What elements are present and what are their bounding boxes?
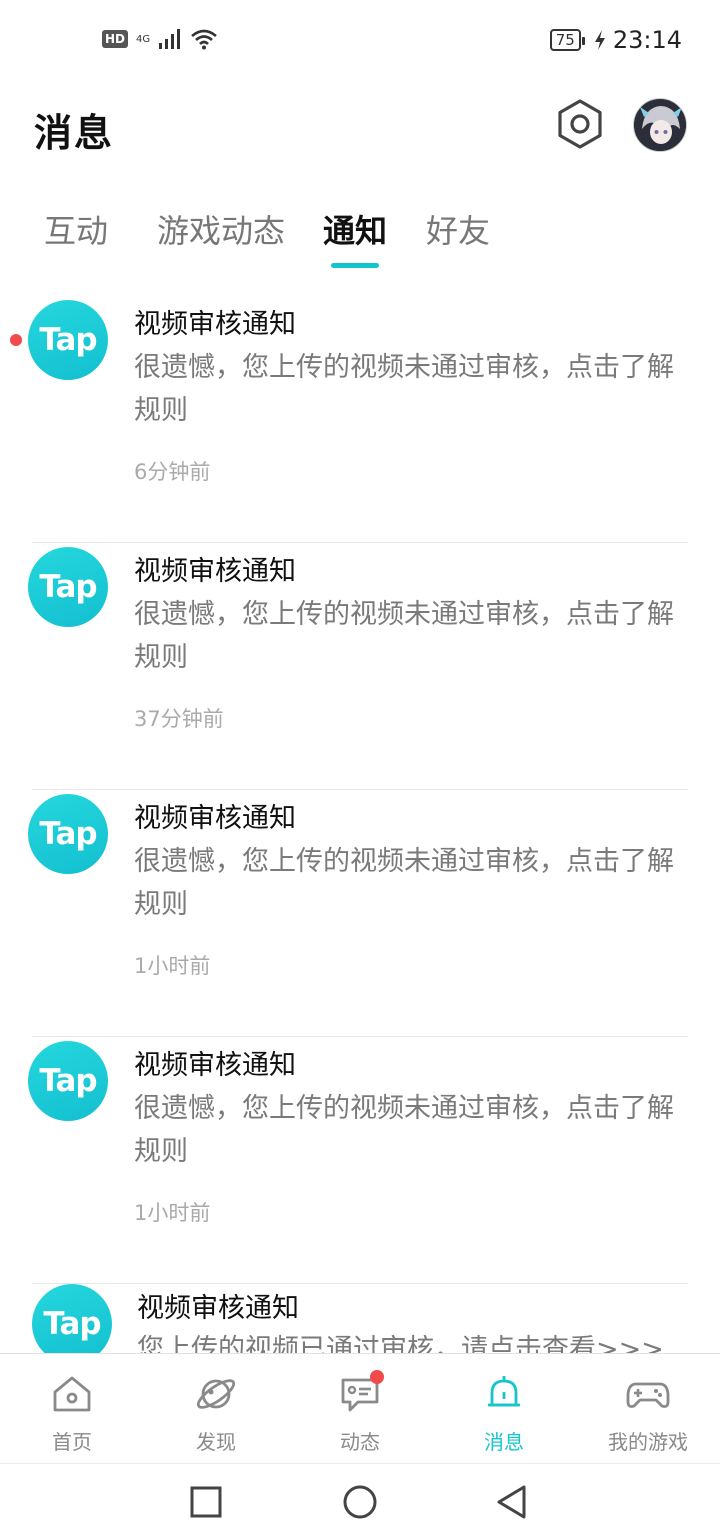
clock: 23:14 bbox=[612, 26, 682, 54]
notification-body: 很遗憾，您上传的视频未通过审核，点击了解规则 bbox=[134, 1093, 674, 1167]
tap-logo-icon: Tap bbox=[28, 1041, 108, 1121]
nav-label: 动态 bbox=[340, 1430, 380, 1454]
feed-badge bbox=[370, 1370, 384, 1384]
tab-bar: 互动 游戏动态 通知 好友 bbox=[0, 196, 720, 276]
tab-friends[interactable]: 好友 bbox=[426, 206, 490, 252]
nav-label: 我的游戏 bbox=[608, 1430, 688, 1454]
notification-list: Tap 视频审核通知 很遗憾，您上传的视频未通过审核，点击了解规则 6分钟前 T… bbox=[0, 296, 720, 1353]
notification-title: 视频审核通知 bbox=[134, 309, 296, 340]
avatar-image bbox=[634, 99, 686, 151]
unread-dot bbox=[10, 334, 22, 346]
notification-time: 1小时前 bbox=[134, 954, 211, 978]
nav-feed[interactable]: 动态 bbox=[288, 1370, 432, 1455]
battery-indicator: 75 bbox=[549, 29, 585, 51]
tab-notifications[interactable]: 通知 bbox=[323, 206, 387, 252]
charging-icon bbox=[594, 30, 605, 50]
tab-interaction[interactable]: 互动 bbox=[44, 206, 108, 252]
active-tab-indicator bbox=[331, 263, 379, 268]
settings-button[interactable] bbox=[554, 98, 606, 150]
settings-hex-icon bbox=[558, 99, 602, 149]
nav-my-games[interactable]: 我的游戏 bbox=[576, 1372, 720, 1455]
notification-time: 6分钟前 bbox=[134, 460, 211, 484]
tab-game-updates[interactable]: 游戏动态 bbox=[157, 206, 285, 252]
system-nav-bar bbox=[0, 1463, 720, 1540]
tap-logo-icon: Tap bbox=[28, 794, 108, 874]
notification-body: 很遗憾，您上传的视频未通过审核，点击了解规则 bbox=[134, 352, 674, 426]
bottom-nav: 首页 发现 动态 消息 我的游戏 bbox=[0, 1353, 720, 1463]
bell-icon bbox=[488, 1376, 520, 1407]
gamepad-icon bbox=[626, 1382, 670, 1408]
back-triangle-icon[interactable] bbox=[494, 1484, 530, 1520]
signal-icon bbox=[159, 29, 181, 49]
nav-messages[interactable]: 消息 bbox=[432, 1372, 576, 1455]
page-title: 消息 bbox=[34, 111, 115, 155]
nav-label: 首页 bbox=[52, 1430, 92, 1454]
nav-home[interactable]: 首页 bbox=[0, 1372, 144, 1455]
notification-title: 视频审核通知 bbox=[134, 556, 296, 587]
notification-item[interactable]: Tap 视频审核通知 您上传的视频已通过审核，请点击查看>>> bbox=[0, 1284, 720, 1353]
status-bar: HD 4G 75 23:14 bbox=[0, 0, 720, 84]
notification-title: 视频审核通知 bbox=[137, 1293, 299, 1324]
hd-badge: HD bbox=[102, 30, 129, 48]
notification-title: 视频审核通知 bbox=[134, 803, 296, 834]
status-left: HD 4G bbox=[102, 28, 218, 50]
notification-body: 很遗憾，您上传的视频未通过审核，点击了解规则 bbox=[134, 846, 674, 920]
notification-body: 很遗憾，您上传的视频未通过审核，点击了解规则 bbox=[134, 599, 674, 673]
avatar[interactable] bbox=[633, 98, 687, 152]
home-circle-icon[interactable] bbox=[342, 1484, 378, 1520]
network-type: 4G bbox=[136, 33, 151, 45]
notification-time: 37分钟前 bbox=[134, 707, 224, 731]
home-icon bbox=[53, 1376, 91, 1412]
planet-icon bbox=[196, 1379, 236, 1409]
tap-logo-icon: Tap bbox=[28, 300, 108, 380]
notification-title: 视频审核通知 bbox=[134, 1050, 296, 1081]
notification-item[interactable]: Tap 视频审核通知 很遗憾，您上传的视频未通过审核，点击了解规则 1小时前 bbox=[0, 790, 720, 1037]
wifi-icon bbox=[191, 29, 217, 50]
notification-time: 1小时前 bbox=[134, 1201, 211, 1225]
notification-item[interactable]: Tap 视频审核通知 很遗憾，您上传的视频未通过审核，点击了解规则 37分钟前 bbox=[0, 543, 720, 790]
notification-item[interactable]: Tap 视频审核通知 很遗憾，您上传的视频未通过审核，点击了解规则 1小时前 bbox=[0, 1037, 720, 1284]
feed-icon-wrap bbox=[338, 1370, 384, 1416]
nav-discover[interactable]: 发现 bbox=[144, 1372, 288, 1455]
header: 消息 bbox=[0, 84, 720, 174]
recent-apps-icon[interactable] bbox=[188, 1484, 224, 1520]
status-right: 75 23:14 bbox=[549, 26, 682, 54]
nav-label: 消息 bbox=[484, 1430, 524, 1454]
tap-logo-icon: Tap bbox=[32, 1284, 112, 1353]
tap-logo-icon: Tap bbox=[28, 547, 108, 627]
notification-body: 您上传的视频已通过审核，请点击查看>>> bbox=[137, 1334, 664, 1353]
notification-item[interactable]: Tap 视频审核通知 很遗憾，您上传的视频未通过审核，点击了解规则 6分钟前 bbox=[0, 296, 720, 543]
nav-label: 发现 bbox=[196, 1430, 236, 1454]
